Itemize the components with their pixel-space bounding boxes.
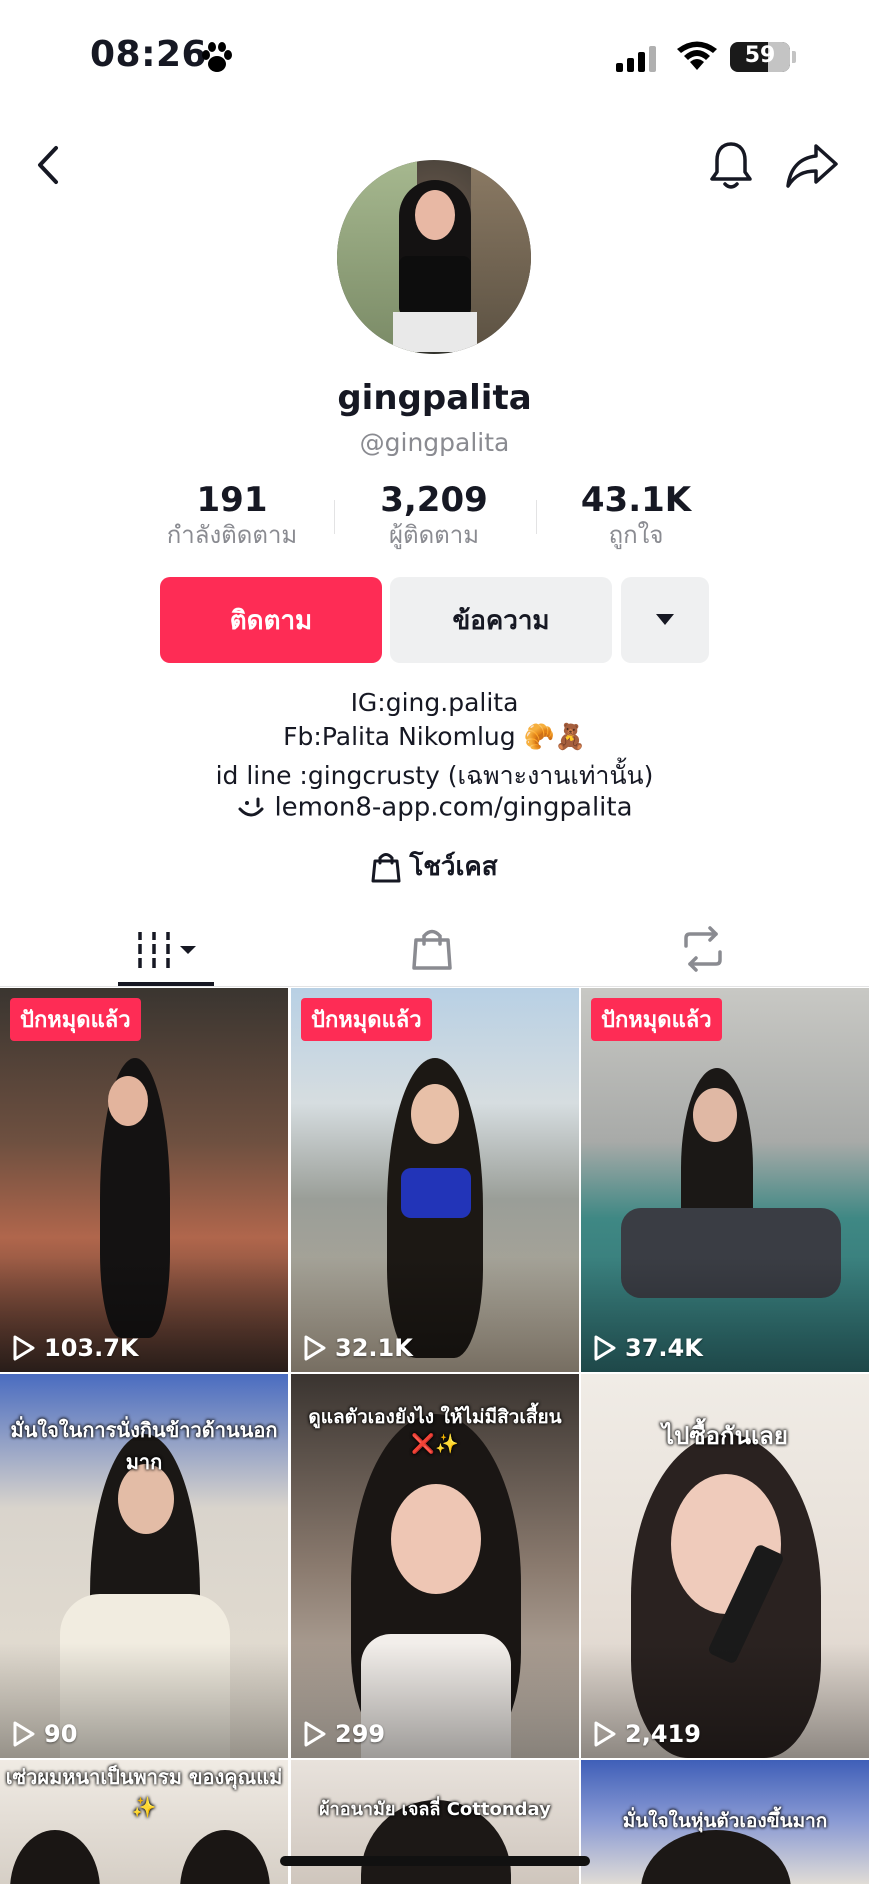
video-caption: เซ่วผมหนาเป็นพารม ของคุณแม่ ✨ — [5, 1765, 283, 1819]
view-count-text: 90 — [44, 1720, 78, 1748]
home-indicator[interactable] — [280, 1856, 590, 1866]
view-count-text: 32.1K — [335, 1334, 413, 1362]
view-count-text: 37.4K — [625, 1334, 703, 1362]
play-icon — [13, 1721, 35, 1747]
play-icon — [304, 1721, 326, 1747]
video-tile[interactable]: มั่นใจในการนั่งกินข้าวด้านนอกมาก 90 — [0, 1374, 288, 1758]
following-count: 191 — [196, 480, 268, 520]
likes-count: 43.1K — [580, 480, 692, 520]
battery-percent: 59 — [744, 43, 776, 68]
videos-grid-icon — [138, 932, 196, 968]
tabs-divider — [0, 986, 869, 987]
cellular-signal-icon — [616, 46, 656, 72]
pinned-badge: ปักหมุดแล้ว — [301, 998, 432, 1041]
stat-followers[interactable]: 3,209 ผู้ติดตาม — [334, 480, 534, 550]
view-count: 32.1K — [303, 1334, 413, 1362]
stat-following[interactable]: 191 กำลังติดตาม — [132, 480, 332, 550]
video-tile[interactable]: มั่นใจในหุ่นตัวเองขึ้นมาก — [581, 1760, 869, 1884]
video-caption: ผ้าอนามัย เจลลี่ Cottonday — [319, 1799, 551, 1820]
video-caption: ไปซื้อกันเลย — [662, 1422, 788, 1450]
video-tile[interactable]: ปักหมุดแล้ว 103.7K — [0, 988, 288, 1372]
followers-count: 3,209 — [380, 480, 488, 520]
battery-indicator: 59 — [730, 42, 790, 72]
view-count: 37.4K — [593, 1334, 703, 1362]
showcase-link[interactable]: โชว์เคส — [0, 846, 869, 887]
battery-nub — [792, 51, 796, 63]
share-icon[interactable] — [784, 140, 840, 190]
shopping-bag-icon — [412, 929, 452, 970]
video-caption: ดูแลตัวเองยังไง ให้ไม่มีสิวเสี้ยน ❌✨ — [308, 1406, 562, 1455]
view-count: 299 — [303, 1720, 385, 1748]
suggested-accounts-button[interactable] — [621, 577, 709, 663]
view-count-text: 2,419 — [625, 1720, 701, 1748]
view-count: 90 — [12, 1720, 77, 1748]
video-tile[interactable]: ปักหมุดแล้ว 32.1K — [291, 988, 579, 1372]
bio-line: IG:ging.palita — [350, 688, 519, 717]
view-count: 103.7K — [12, 1334, 139, 1362]
pinned-badge: ปักหมุดแล้ว — [10, 998, 141, 1041]
paw-icon — [202, 42, 232, 72]
following-label: กำลังติดตาม — [166, 521, 298, 549]
pinned-badge: ปักหมุดแล้ว — [591, 998, 722, 1041]
tab-videos[interactable] — [130, 918, 210, 984]
avatar[interactable] — [337, 160, 531, 354]
video-tile[interactable]: ดูแลตัวเองยังไง ให้ไม่มีสิวเสี้ยน ❌✨ 299 — [291, 1374, 579, 1758]
video-tile[interactable]: ไปซื้อกันเลย 2,419 — [581, 1374, 869, 1758]
bio-link[interactable]: lemon8-app.com/gingpalita — [0, 792, 869, 823]
bio-line: Fb:Palita Nikomlug 🥐🧸 — [283, 722, 586, 751]
tab-reposts[interactable] — [680, 918, 730, 984]
follow-button[interactable]: ติดตาม — [160, 577, 382, 663]
notification-bell-icon[interactable] — [706, 138, 756, 192]
username-handle: @gingpalita — [359, 428, 510, 457]
bio-line: id line :gingcrusty (เฉพาะงานเท่านั้น) — [215, 761, 654, 790]
followers-label: ผู้ติดตาม — [388, 521, 480, 549]
status-bar: 08:26 59 — [0, 0, 869, 110]
likes-label: ถูกใจ — [608, 521, 664, 549]
play-icon — [594, 1721, 616, 1747]
video-caption: มั่นใจในหุ่นตัวเองขึ้นมาก — [622, 1810, 828, 1832]
view-count-text: 103.7K — [44, 1334, 139, 1362]
repost-icon — [684, 926, 722, 972]
tab-shop[interactable] — [410, 918, 460, 984]
stat-likes[interactable]: 43.1K ถูกใจ — [536, 480, 736, 550]
status-time: 08:26 — [90, 34, 208, 75]
play-icon — [304, 1335, 326, 1361]
message-button[interactable]: ข้อความ — [390, 577, 612, 663]
view-count: 2,419 — [593, 1720, 701, 1748]
showcase-label: โชว์เคส — [409, 852, 498, 882]
view-count-text: 299 — [335, 1720, 386, 1748]
back-button[interactable] — [28, 140, 68, 190]
video-tile[interactable]: เซ่วผมหนาเป็นพารม ของคุณแม่ ✨ — [0, 1760, 288, 1884]
video-tile[interactable]: ปักหมุดแล้ว 37.4K — [581, 988, 869, 1372]
bio-link-text: lemon8-app.com/gingpalita — [274, 792, 633, 823]
display-name: gingpalita — [337, 378, 532, 418]
video-caption: มั่นใจในการนั่งกินข้าวด้านนอกมาก — [10, 1418, 278, 1474]
play-icon — [594, 1335, 616, 1361]
play-icon — [13, 1335, 35, 1361]
caret-down-icon — [656, 614, 674, 625]
wifi-icon — [677, 41, 717, 70]
lemon8-link-icon — [238, 797, 264, 816]
shopping-bag-icon — [371, 852, 401, 882]
